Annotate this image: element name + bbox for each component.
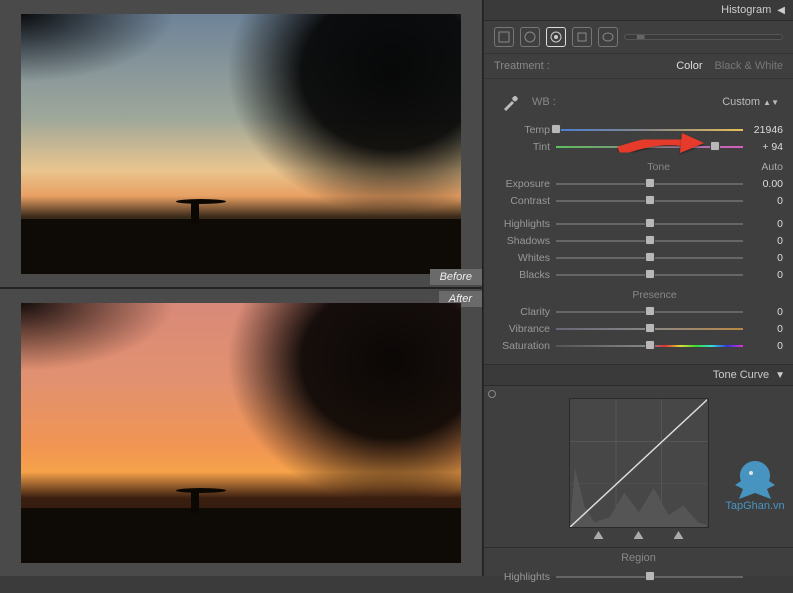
blacks-slider[interactable]: Blacks 0 [494, 266, 783, 283]
whites-value[interactable]: 0 [743, 252, 783, 264]
tone-curve-header[interactable]: Tone Curve▼ [484, 365, 793, 386]
svg-text:TapGhan.vn: TapGhan.vn [725, 500, 784, 511]
curve-split-shadow[interactable] [594, 531, 604, 539]
clarity-slider[interactable]: Clarity 0 [494, 303, 783, 320]
contrast-slider[interactable]: Contrast 0 [494, 192, 783, 209]
exposure-slider[interactable]: Exposure 0.00 [494, 175, 783, 192]
tint-value[interactable]: + 94 [743, 141, 783, 153]
saturation-slider[interactable]: Saturation 0 [494, 337, 783, 354]
shadows-value[interactable]: 0 [743, 235, 783, 247]
treatment-label: Treatment : [494, 60, 664, 72]
blacks-value[interactable]: 0 [743, 269, 783, 281]
clarity-value[interactable]: 0 [743, 306, 783, 318]
tone-section-label: Tone [556, 161, 761, 173]
whites-slider[interactable]: Whites 0 [494, 249, 783, 266]
preview-after[interactable]: After [0, 289, 482, 576]
tone-curve-panel: TapGhan.vn [484, 386, 793, 548]
vibrance-value[interactable]: 0 [743, 323, 783, 335]
eyedropper-icon[interactable] [498, 89, 524, 115]
chevron-down-icon: ▼ [775, 370, 785, 381]
vibrance-slider[interactable]: Vibrance 0 [494, 320, 783, 337]
curve-split-mid[interactable] [634, 531, 644, 539]
chevron-left-icon: ◀ [777, 5, 785, 16]
region-section-label: Region [494, 552, 783, 564]
highlights-value[interactable]: 0 [743, 218, 783, 230]
crop-tool[interactable] [494, 27, 514, 47]
before-label: Before [430, 269, 482, 285]
curve-split-highlight[interactable] [674, 531, 684, 539]
basic-panel: WB : Custom ▲▼ Temp 21946 Tint + 94 Ton [484, 79, 793, 365]
tone-curve-graph[interactable] [569, 398, 709, 528]
watermark-icon: TapGhan.vn [725, 455, 785, 511]
saturation-value[interactable]: 0 [743, 340, 783, 352]
point-curve-toggle[interactable] [488, 390, 496, 398]
develop-panel: Histogram◀ Treatment : Color Black & Whi… [483, 0, 793, 576]
histogram-header[interactable]: Histogram◀ [484, 0, 793, 21]
exposure-value[interactable]: 0.00 [743, 178, 783, 190]
spot-removal-tool[interactable] [520, 27, 540, 47]
temp-value[interactable]: 21946 [743, 124, 783, 136]
redeye-tool[interactable] [546, 27, 566, 47]
preview-before[interactable]: Before [0, 0, 482, 287]
treatment-row: Treatment : Color Black & White [484, 54, 793, 79]
tint-slider[interactable]: Tint + 94 [494, 138, 783, 155]
region-highlights-slider[interactable]: Highlights [494, 568, 783, 585]
radial-filter-tool[interactable] [598, 27, 618, 47]
treatment-color[interactable]: Color [676, 60, 702, 72]
highlights-slider[interactable]: Highlights 0 [494, 215, 783, 232]
preview-area: Before After [0, 0, 483, 576]
tool-strip [484, 21, 793, 54]
auto-button[interactable]: Auto [761, 161, 783, 173]
mask-slider[interactable] [624, 34, 783, 40]
graduated-filter-tool[interactable] [572, 27, 592, 47]
temp-slider[interactable]: Temp 21946 [494, 121, 783, 138]
wb-dropdown[interactable]: Custom ▲▼ [722, 96, 779, 108]
treatment-bw[interactable]: Black & White [715, 60, 783, 72]
presence-section-label: Presence [556, 289, 753, 301]
contrast-value[interactable]: 0 [743, 195, 783, 207]
wb-label: WB : [524, 96, 722, 108]
region-panel: Region Highlights [484, 548, 793, 593]
shadows-slider[interactable]: Shadows 0 [494, 232, 783, 249]
